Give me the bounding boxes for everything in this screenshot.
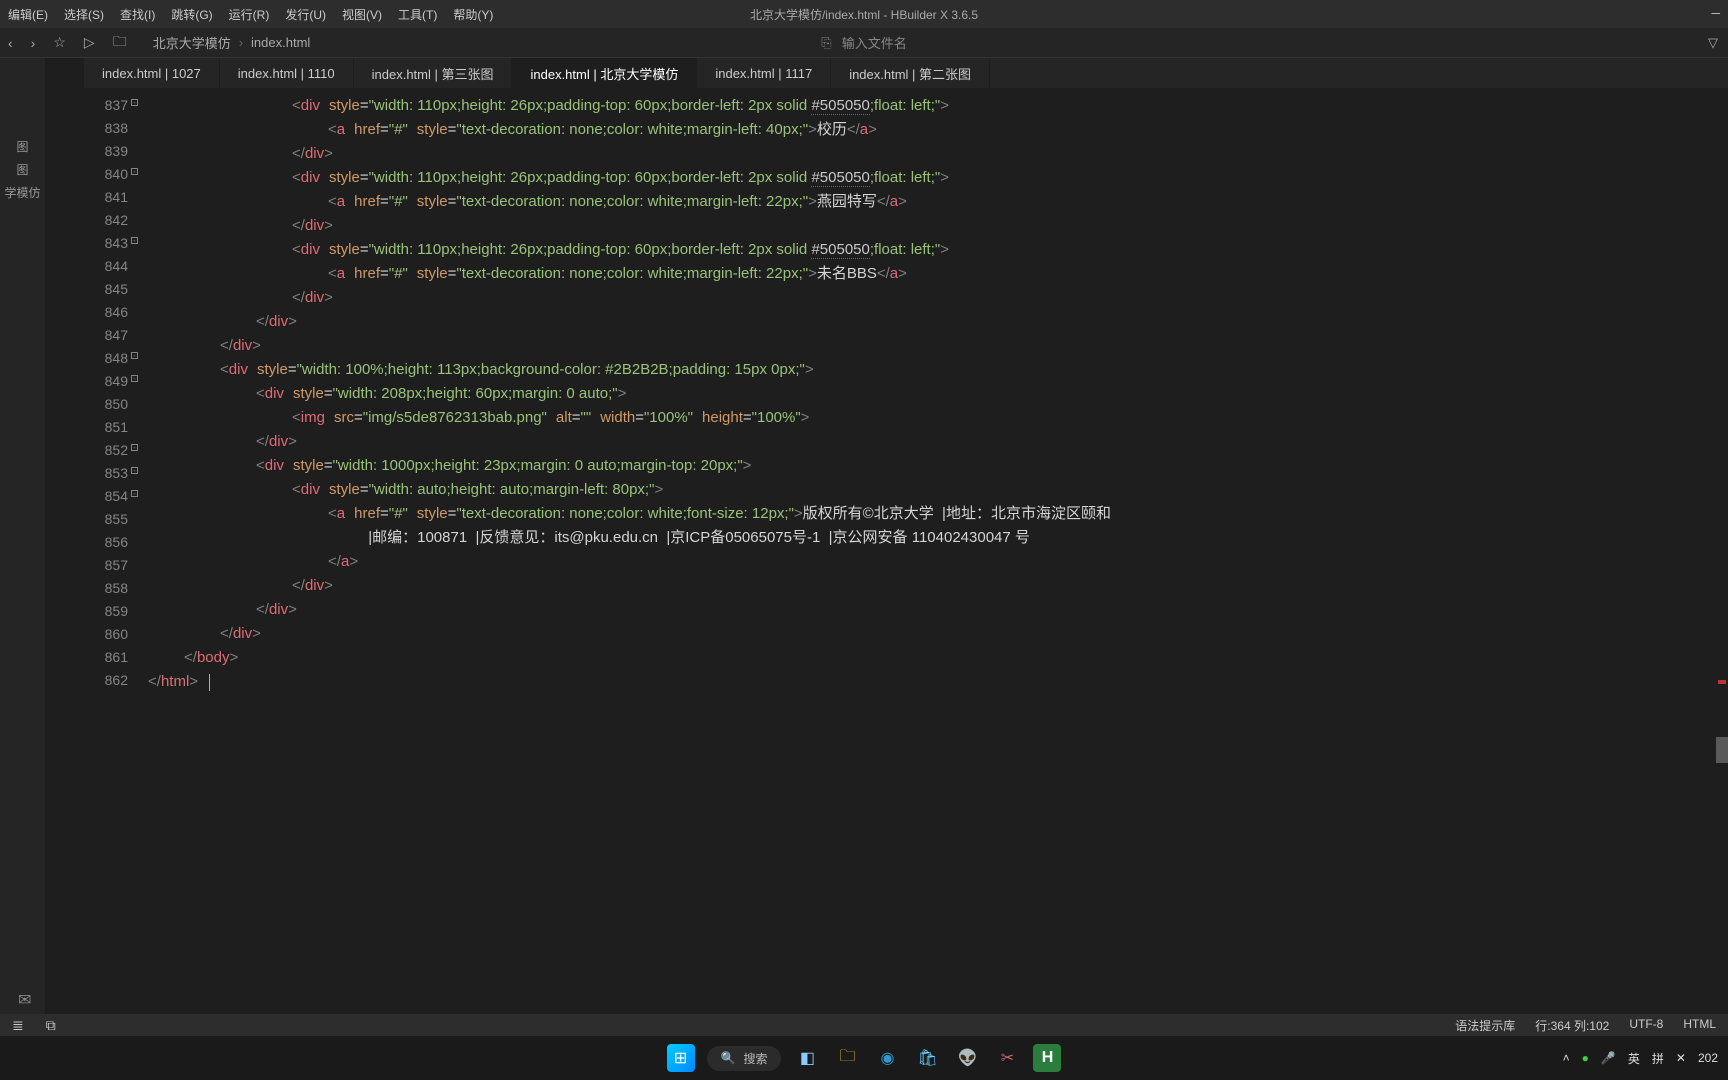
status-encoding[interactable]: UTF-8 (1629, 1017, 1663, 1034)
tray-ime1[interactable]: 英 (1628, 1050, 1640, 1067)
menu-select[interactable]: 选择(S) (64, 6, 104, 23)
outline-icon[interactable]: ≣ (12, 1017, 24, 1034)
wechat-icon[interactable]: ✉ (18, 990, 31, 1010)
menu-run[interactable]: 运行(R) (229, 6, 270, 23)
sidebar-item[interactable]: 学模仿 (0, 184, 45, 201)
menu-find[interactable]: 查找(I) (120, 6, 155, 23)
code-area[interactable]: <div style="width: 110px;height: 26px;pa… (136, 88, 1728, 1054)
explorer-icon[interactable]: 🗀 (833, 1044, 861, 1072)
tray-year: 202 (1698, 1051, 1718, 1065)
taskbar-search[interactable]: 🔍 搜索 (707, 1046, 782, 1071)
tab-pku[interactable]: index.html | 北京大学模仿 (512, 58, 697, 88)
status-language[interactable]: HTML (1683, 1017, 1716, 1034)
edge-icon[interactable]: ◉ (873, 1044, 901, 1072)
run-icon[interactable]: ▷ (84, 34, 95, 51)
terminal-icon[interactable]: ⧉ (46, 1017, 56, 1034)
task-view-icon[interactable]: ◧ (793, 1044, 821, 1072)
code-editor[interactable]: 837-838839840-841842843-844845846847848-… (84, 88, 1728, 1054)
menu-help[interactable]: 帮助(Y) (453, 6, 493, 23)
tab-1117[interactable]: index.html | 1117 (697, 58, 831, 88)
alienware-icon[interactable]: 👽 (953, 1044, 981, 1072)
start-icon[interactable]: ⊞ (667, 1044, 695, 1072)
file-search-input[interactable]: 输入文件名 (842, 33, 907, 52)
tab-1027[interactable]: index.html | 1027 (84, 58, 220, 88)
breadcrumb-root[interactable]: 北京大学模仿 (153, 33, 231, 52)
menu-goto[interactable]: 跳转(G) (171, 6, 212, 23)
breadcrumb: 北京大学模仿 › index.html (153, 33, 311, 52)
tray-ime2[interactable]: 拼 (1652, 1050, 1664, 1067)
windows-taskbar: ⊞ 🔍 搜索 ◧ 🗀 ◉ 🛍 👽 ✂ H ˄ ● 🎤 英 拼 ✕ 202 (0, 1036, 1728, 1080)
back-icon[interactable]: ‹ (8, 35, 13, 51)
taskbar-search-label: 搜索 (743, 1050, 767, 1067)
snip-icon[interactable]: ✂ (993, 1044, 1021, 1072)
menu-bar: 编辑(E) 选择(S) 查找(I) 跳转(G) 运行(R) 发行(U) 视图(V… (0, 0, 1728, 28)
tray-net-icon[interactable]: ✕ (1676, 1051, 1686, 1065)
menu-tools[interactable]: 工具(T) (398, 6, 437, 23)
filter-icon[interactable]: ▽ (1708, 35, 1718, 51)
folder-icon[interactable]: 🗀 (113, 31, 127, 55)
status-bar: ≣ ⧉ 语法提示库 行:364 列:102 UTF-8 HTML (0, 1014, 1728, 1036)
search-icon: 🔍 (721, 1051, 736, 1065)
window-title: 北京大学模仿/index.html - HBuilder X 3.6.5 (750, 6, 978, 23)
sidebar-item[interactable]: 图 (0, 138, 45, 155)
chevron-right-icon: › (239, 35, 243, 50)
tab-pic2[interactable]: index.html | 第二张图 (831, 58, 990, 88)
vertical-scrollbar[interactable] (1716, 88, 1728, 1042)
search-icon[interactable]: ⎘ (821, 35, 831, 51)
line-gutter: 837-838839840-841842843-844845846847848-… (84, 88, 136, 1054)
breadcrumb-file[interactable]: index.html (251, 35, 310, 50)
status-grammar[interactable]: 语法提示库 (1455, 1017, 1515, 1034)
menu-view[interactable]: 视图(V) (342, 6, 382, 23)
tray-chevron-icon[interactable]: ˄ (1563, 1051, 1570, 1065)
menu-publish[interactable]: 发行(U) (285, 6, 326, 23)
minimize-icon[interactable]: ─ (1711, 6, 1720, 20)
menu-edit[interactable]: 编辑(E) (8, 6, 48, 23)
tab-1110[interactable]: index.html | 1110 (220, 58, 354, 88)
forward-icon[interactable]: › (31, 35, 36, 51)
store-icon[interactable]: 🛍 (913, 1044, 941, 1072)
toolbar: ‹ › ☆ ▷ 🗀 北京大学模仿 › index.html ⎘ 输入文件名 ▽ (0, 28, 1728, 58)
tab-pic3[interactable]: index.html | 第三张图 (354, 58, 513, 88)
system-tray: ˄ ● 🎤 英 拼 ✕ 202 (1563, 1050, 1718, 1067)
error-marker (1718, 680, 1726, 684)
project-sidebar: 图 图 学模仿 (0, 58, 45, 1054)
editor-tabs: index.html | 1027 index.html | 1110 inde… (84, 58, 1728, 88)
star-icon[interactable]: ☆ (53, 34, 66, 51)
tray-chrome-icon[interactable]: ● (1582, 1051, 1589, 1065)
tray-mic-icon[interactable]: 🎤 (1601, 1051, 1616, 1065)
status-position[interactable]: 行:364 列:102 (1535, 1017, 1609, 1034)
sidebar-item[interactable]: 图 (0, 161, 45, 178)
hbuilder-icon[interactable]: H (1033, 1044, 1061, 1072)
